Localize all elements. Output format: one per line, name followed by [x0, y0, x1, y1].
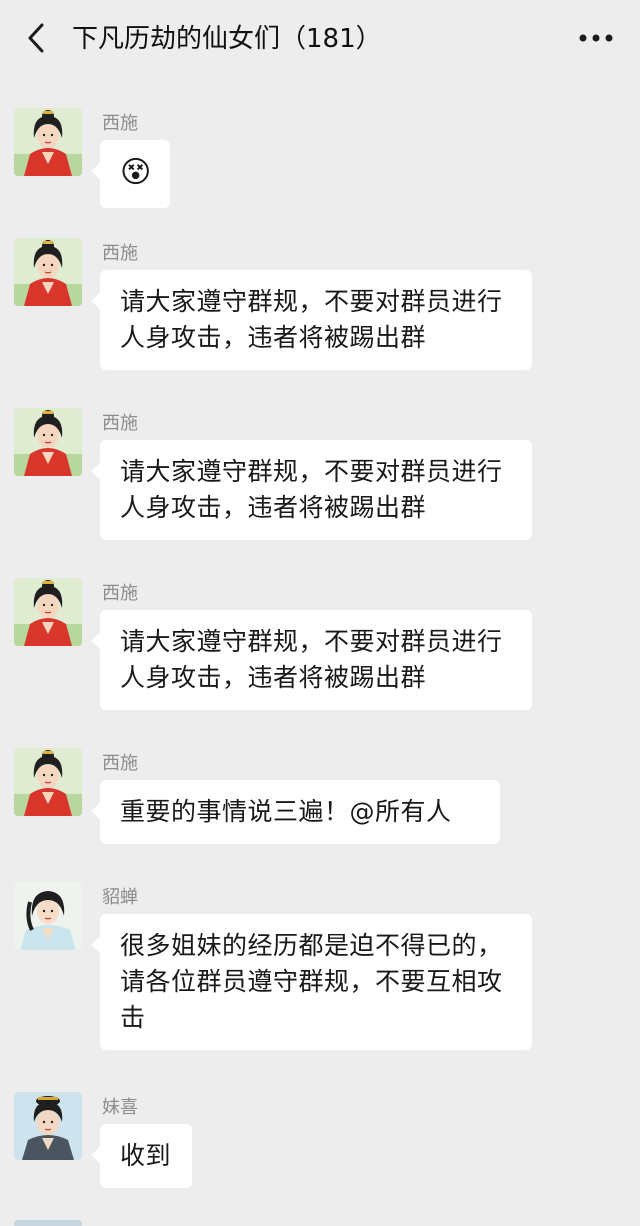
- xishi-avatar-icon: [14, 238, 82, 306]
- avatar-xishi[interactable]: [14, 578, 82, 646]
- chat-screen: 下凡历劫的仙女们（181） 西施 😵 西施 请大家遵守群规，不要对群员进行人身攻…: [0, 0, 640, 1226]
- next-avatar-partial: [14, 1220, 82, 1226]
- sender-name: 西施: [102, 113, 138, 134]
- back-button[interactable]: [18, 20, 54, 56]
- dizzy-face-emoji: 😵: [120, 155, 152, 190]
- sender-name: 西施: [102, 753, 138, 774]
- meixi-avatar-icon: [14, 1092, 82, 1160]
- avatar-xishi[interactable]: [14, 748, 82, 816]
- message-bubble[interactable]: 😵: [91, 140, 170, 208]
- sender-name: 西施: [102, 243, 138, 264]
- message-bubble[interactable]: 请大家遵守群规，不要对群员进行人身攻击，违者将被踢出群: [91, 610, 532, 710]
- message-bubble[interactable]: 重要的事情说三遍！@所有人: [91, 780, 500, 844]
- more-button[interactable]: [574, 22, 618, 54]
- sender-name: 西施: [102, 413, 138, 434]
- message-bubble[interactable]: 很多姐妹的经历都是迫不得已的，请各位群员遵守群规，不要互相攻击: [91, 914, 532, 1050]
- avatar-xishi[interactable]: [14, 408, 82, 476]
- message-bubble[interactable]: 请大家遵守群规，不要对群员进行人身攻击，违者将被踢出群: [91, 270, 532, 370]
- diaochan-avatar-icon: [14, 882, 82, 950]
- avatar-xishi[interactable]: [14, 238, 82, 306]
- message-bubble[interactable]: 请大家遵守群规，不要对群员进行人身攻击，违者将被踢出群: [91, 440, 532, 540]
- message-text: 很多姐妹的经历都是迫不得已的，请各位群员遵守群规，不要互相攻击: [120, 931, 503, 1032]
- chat-header: 下凡历劫的仙女们（181）: [0, 0, 640, 76]
- xishi-avatar-icon: [14, 408, 82, 476]
- avatar-diaochan[interactable]: [14, 882, 82, 950]
- xishi-avatar-icon: [14, 578, 82, 646]
- message-text: 请大家遵守群规，不要对群员进行人身攻击，违者将被踢出群: [120, 627, 503, 692]
- xishi-avatar-icon: [14, 748, 82, 816]
- sender-name: 貂蝉: [102, 887, 138, 908]
- message-text: 请大家遵守群规，不要对群员进行人身攻击，违者将被踢出群: [120, 457, 503, 522]
- chevron-left-icon: [28, 23, 44, 53]
- sender-name: 西施: [102, 583, 138, 604]
- message-text: 收到: [120, 1141, 172, 1170]
- avatar-xishi[interactable]: [14, 108, 82, 176]
- xishi-avatar-icon: [14, 108, 82, 176]
- chat-title: 下凡历劫的仙女们（181）: [72, 24, 382, 54]
- message-text: 请大家遵守群规，不要对群员进行人身攻击，违者将被踢出群: [120, 287, 503, 352]
- message-text: 重要的事情说三遍！@所有人: [120, 797, 452, 826]
- more-dots-icon: [579, 34, 613, 42]
- sender-name: 妹喜: [102, 1097, 138, 1118]
- message-bubble[interactable]: 收到: [91, 1124, 192, 1188]
- avatar-meixi[interactable]: [14, 1092, 82, 1160]
